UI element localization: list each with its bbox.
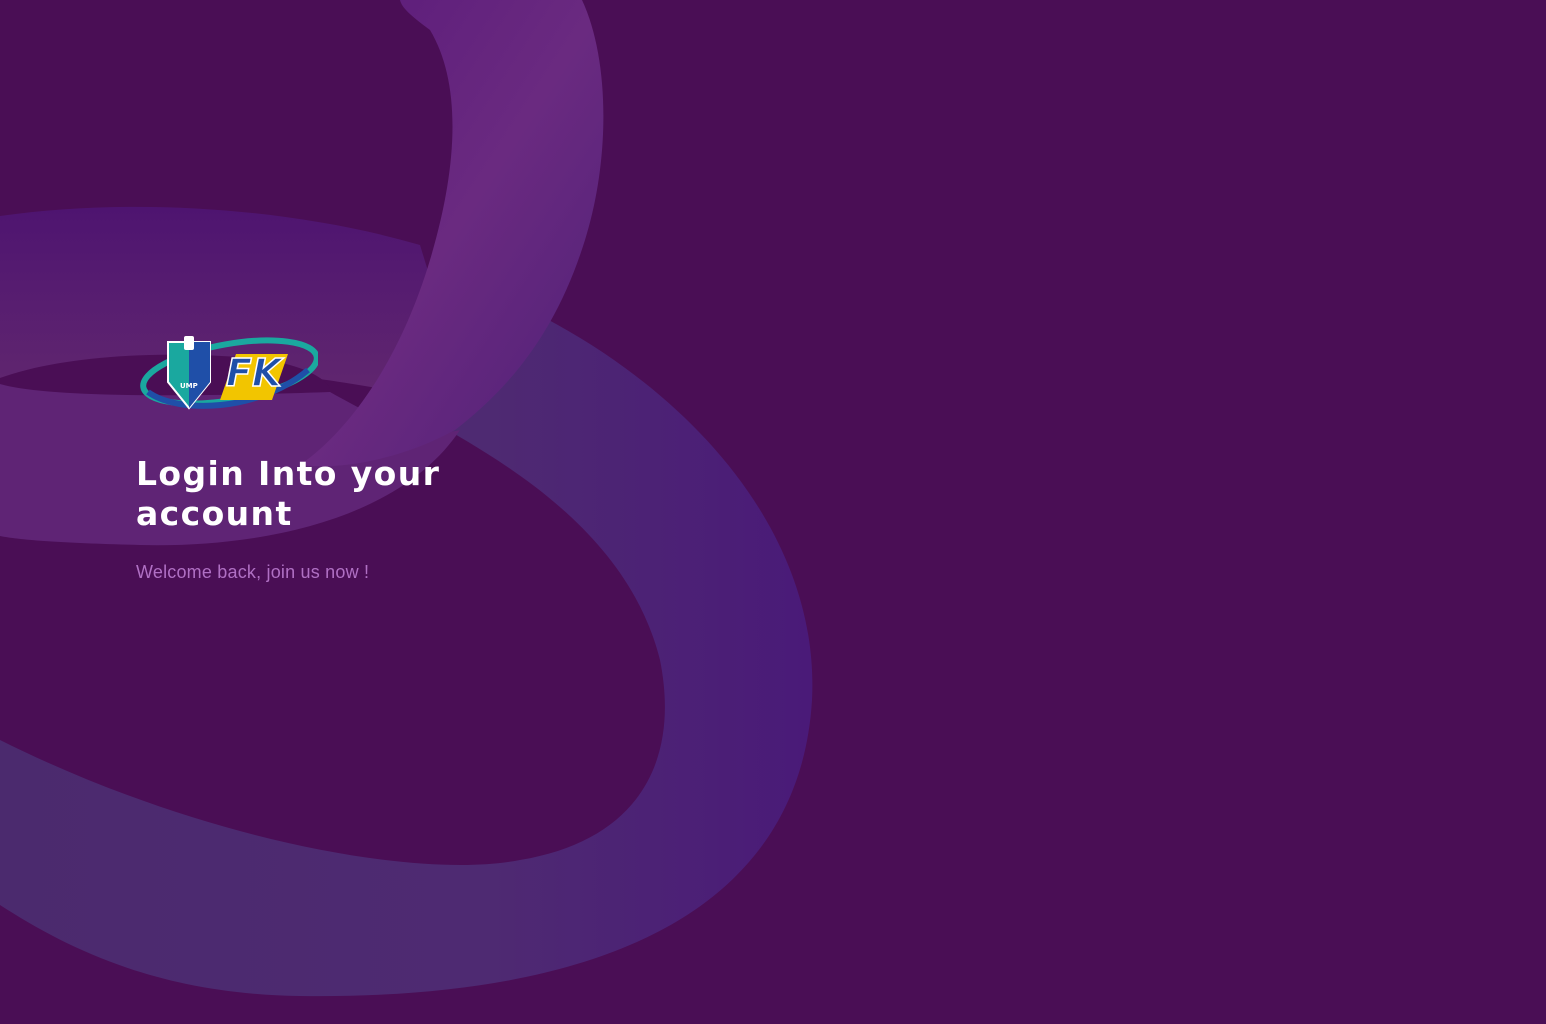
fk-logo: UMP FK — [140, 336, 318, 410]
login-page: UMP FK Login Into your account Welcome b… — [0, 0, 1546, 1024]
svg-text:FK: FK — [226, 351, 284, 395]
login-panel: UMP FK Login Into your account Welcome b… — [136, 330, 556, 583]
svg-text:UMP: UMP — [180, 382, 198, 390]
page-subtitle: Welcome back, join us now ! — [136, 562, 370, 582]
page-title: Login Into your account — [136, 454, 441, 533]
